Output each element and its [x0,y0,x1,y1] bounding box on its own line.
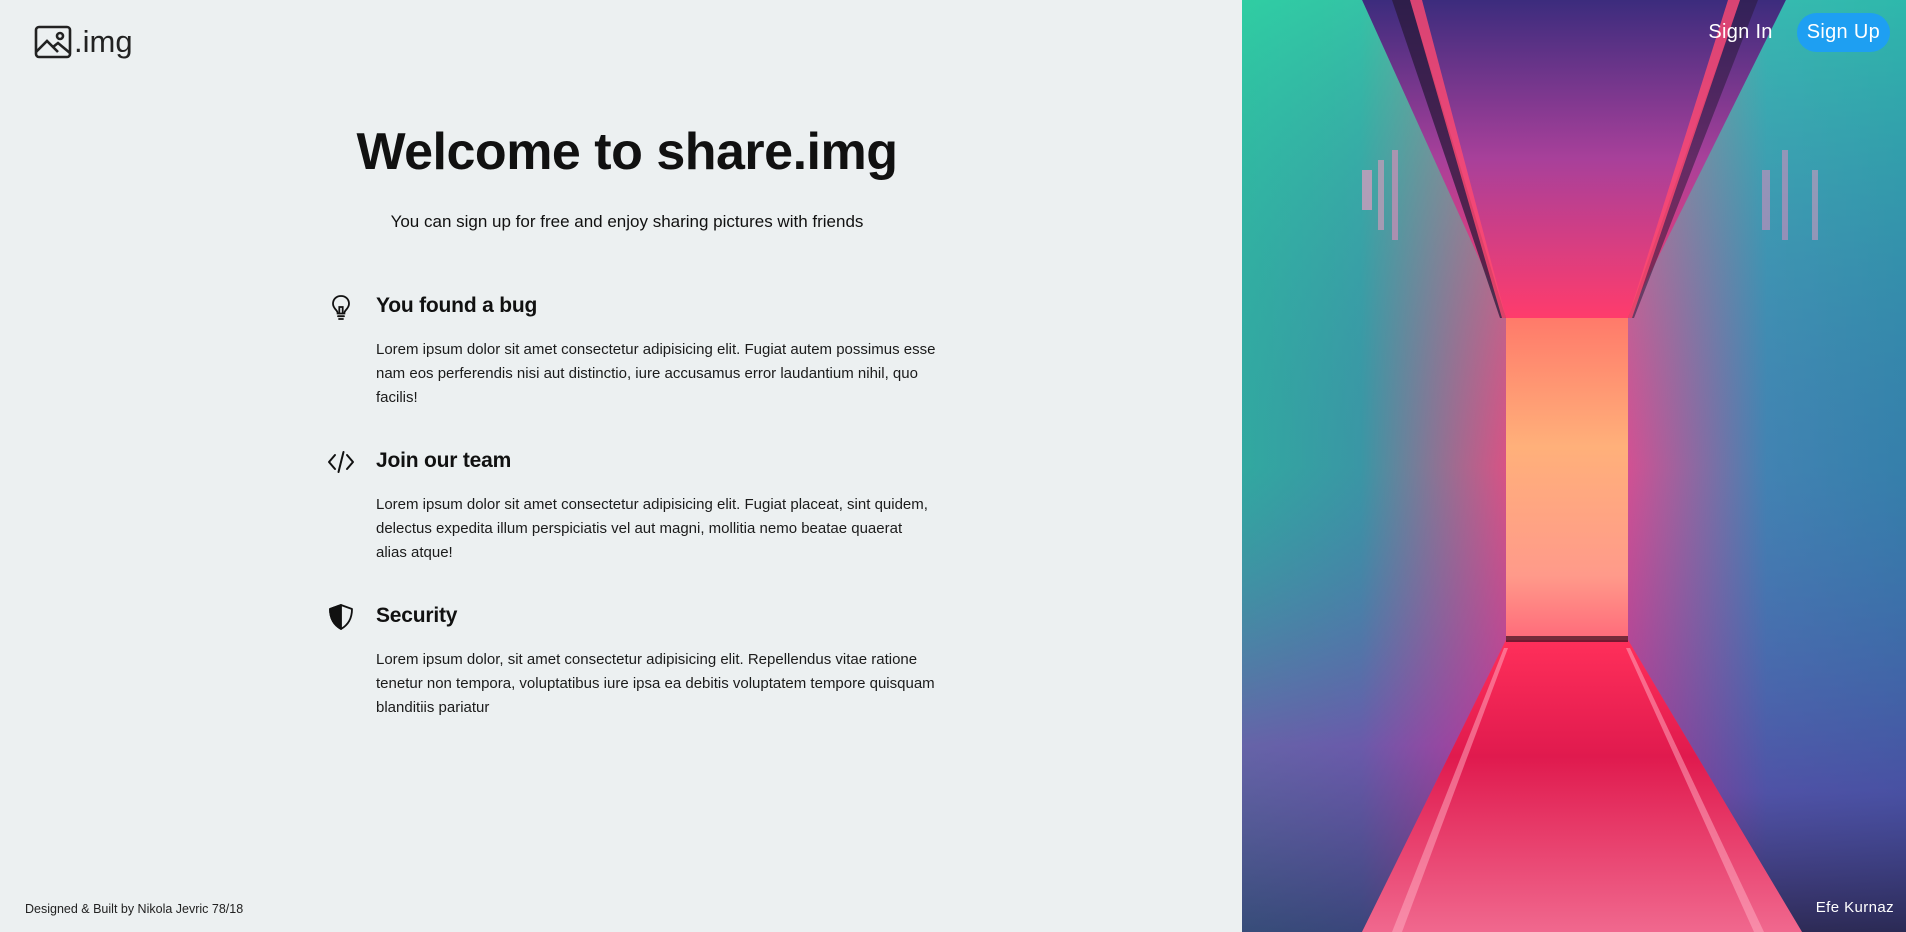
feature-title: Security [376,604,458,627]
top-nav: Sign In Sign Up [1708,13,1890,52]
code-icon [326,447,356,477]
shield-icon [326,602,356,632]
hero-image: Sign In Sign Up Efe Kurnaz [1242,0,1906,932]
feature-text: Lorem ipsum dolor sit amet consectetur a… [376,496,928,561]
page-title: Welcome to share.img [356,123,898,181]
photo-credit: Efe Kurnaz [1815,899,1894,916]
footer-credit: Designed & Built by Nikola Jevric 78/18 [25,902,244,916]
lightbulb-icon [326,292,356,322]
page-subtitle: You can sign up for free and enjoy shari… [390,212,864,231]
logo[interactable]: .img [34,24,133,60]
logo-text: .img [74,24,133,59]
corridor-photo [1242,0,1906,932]
content-panel: .img Welcome to share.img You can sign u… [0,0,1242,932]
feature-text: Lorem ipsum dolor sit amet consectetur a… [376,341,936,406]
page: .img Welcome to share.img You can sign u… [0,0,1906,932]
sign-in-link[interactable]: Sign In [1708,21,1772,44]
feature-title: You found a bug [376,294,538,317]
image-icon [34,25,72,59]
feature-title: Join our team [376,449,512,472]
sign-up-button[interactable]: Sign Up [1796,13,1890,52]
feature-text: Lorem ipsum dolor, sit amet consectetur … [376,651,935,716]
